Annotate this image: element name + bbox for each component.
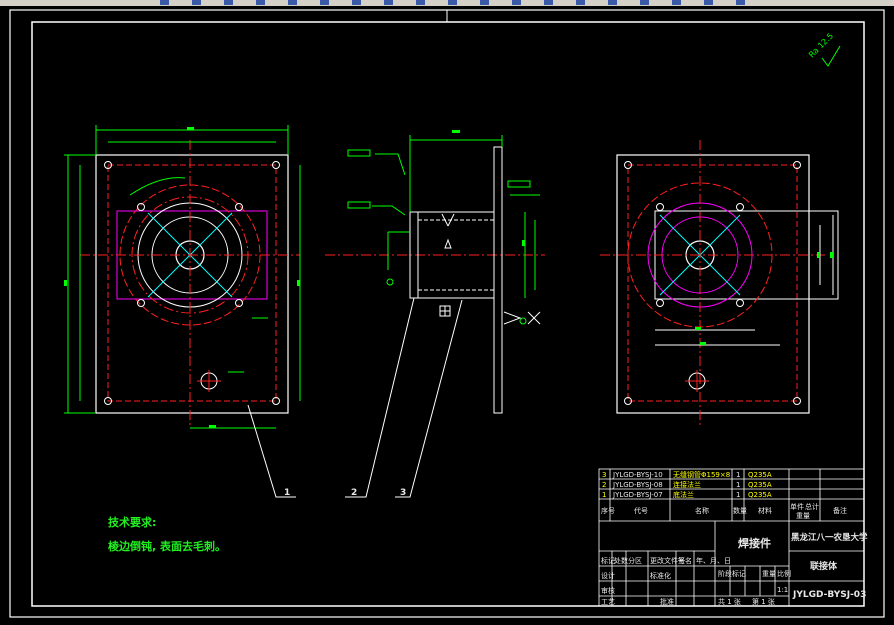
pan-icon[interactable]	[512, 0, 521, 5]
cad-screenshot: Ra 12.5 1 2 3 技术要求: 棱边倒钝, 表面去毛刺。 3 JYLGD…	[0, 0, 894, 625]
header-qty: 数量	[733, 506, 747, 515]
tech-req-line1: 棱边倒钝, 表面去毛刺。	[108, 539, 226, 553]
drawing-title: 焊接件	[738, 536, 771, 550]
header-total-weight: 总计	[805, 502, 819, 511]
balloon-2: 2	[351, 488, 357, 498]
tech-req-title: 技术要求:	[108, 515, 156, 529]
sheet-number: 第 1 张	[752, 597, 775, 606]
scale-label: 比例	[777, 569, 791, 578]
sheet-total: 共 1 张	[718, 597, 741, 606]
right-view	[600, 140, 839, 425]
role-review: 审核	[601, 586, 615, 595]
technical-requirements: 技术要求: 棱边倒钝, 表面去毛刺。	[108, 515, 226, 553]
preview-icon[interactable]	[288, 0, 297, 5]
header-name: 名称	[695, 506, 709, 515]
part-row-3-no: 3	[602, 471, 606, 479]
open-icon[interactable]	[192, 0, 201, 5]
roughness-symbol: Ra 12.5	[807, 31, 841, 67]
rev-date: 年、月、日	[696, 556, 731, 565]
properties-icon[interactable]	[640, 0, 649, 5]
part-row-3-qty: 1	[736, 471, 740, 479]
balloon-1: 1	[284, 488, 290, 498]
part-row-3-material: Q235A	[748, 471, 772, 479]
roughness-value: Ra 12.5	[807, 31, 835, 59]
zoom-icon[interactable]	[544, 0, 553, 5]
help-icon[interactable]	[736, 0, 745, 5]
stage-label: 阶段标记	[718, 569, 746, 578]
header-remarks: 备注	[833, 506, 847, 515]
part-row-1-code: JYLGD-BYSJ-07	[612, 491, 663, 499]
redo-icon[interactable]	[480, 0, 489, 5]
drawing-number: JYLGD-BYSJ-03	[792, 590, 866, 600]
title-block-text: 3 JYLGD-BYSJ-10 无缝钢管Φ159×8 1 Q235A 2 JYL…	[601, 470, 868, 606]
part-row-2-no: 2	[602, 481, 606, 489]
header-code: 代号	[634, 506, 648, 515]
save-icon[interactable]	[224, 0, 233, 5]
part-row-1-qty: 1	[736, 491, 740, 499]
design-center-icon[interactable]	[672, 0, 681, 5]
role-process: 工艺	[601, 598, 615, 606]
header-unit-weight: 单件	[790, 502, 804, 511]
print-icon[interactable]	[256, 0, 265, 5]
weight-label: 重量	[762, 570, 776, 578]
match-icon[interactable]	[416, 0, 425, 5]
role-approve: 批准	[660, 597, 674, 606]
paste-icon[interactable]	[384, 0, 393, 5]
header-material: 材料	[758, 506, 772, 515]
new-icon[interactable]	[160, 0, 169, 5]
rev-zone: 分区	[628, 556, 642, 565]
balloon-3: 3	[400, 488, 406, 498]
rev-count: 处数	[614, 556, 628, 565]
part-row-1-no: 1	[602, 491, 606, 499]
rev-sign: 签名	[678, 556, 692, 565]
zoom-previous-icon[interactable]	[608, 0, 617, 5]
part-row-2-material: Q235A	[748, 481, 772, 489]
part-row-2-qty: 1	[736, 481, 740, 489]
part-name: 联接体	[810, 560, 838, 572]
header-weight: 重量	[796, 512, 810, 520]
zoom-window-icon[interactable]	[576, 0, 585, 5]
left-view-bottom-flange	[64, 125, 301, 429]
rev-mark: 标记	[601, 556, 615, 565]
role-design: 设计	[601, 571, 615, 580]
tool-palette-icon[interactable]	[704, 0, 713, 5]
header-no: 序号	[601, 506, 615, 515]
part-row-1-name: 底法兰	[673, 490, 694, 499]
role-std: 标准化	[650, 571, 671, 580]
school-name: 黑龙江八一农垦大学	[791, 532, 868, 543]
part-row-1-material: Q235A	[748, 491, 772, 499]
cut-icon[interactable]	[320, 0, 329, 5]
part-row-2-name: 连接法兰	[673, 480, 701, 489]
drawing-frame	[31, 21, 865, 607]
part-row-2-code: JYLGD-BYSJ-08	[612, 481, 663, 489]
part-balloons: 1 2 3	[247, 297, 463, 498]
undo-icon[interactable]	[448, 0, 457, 5]
part-row-3-name: 无缝钢管Φ159×8	[673, 470, 730, 479]
scale-value: 1:1	[777, 586, 788, 594]
copy-icon[interactable]	[352, 0, 361, 5]
drawing-canvas[interactable]: Ra 12.5 1 2 3 技术要求: 棱边倒钝, 表面去毛刺。 3 JYLGD…	[0, 6, 894, 625]
middle-view-section	[325, 130, 545, 414]
part-row-3-code: JYLGD-BYSJ-10	[612, 471, 663, 479]
